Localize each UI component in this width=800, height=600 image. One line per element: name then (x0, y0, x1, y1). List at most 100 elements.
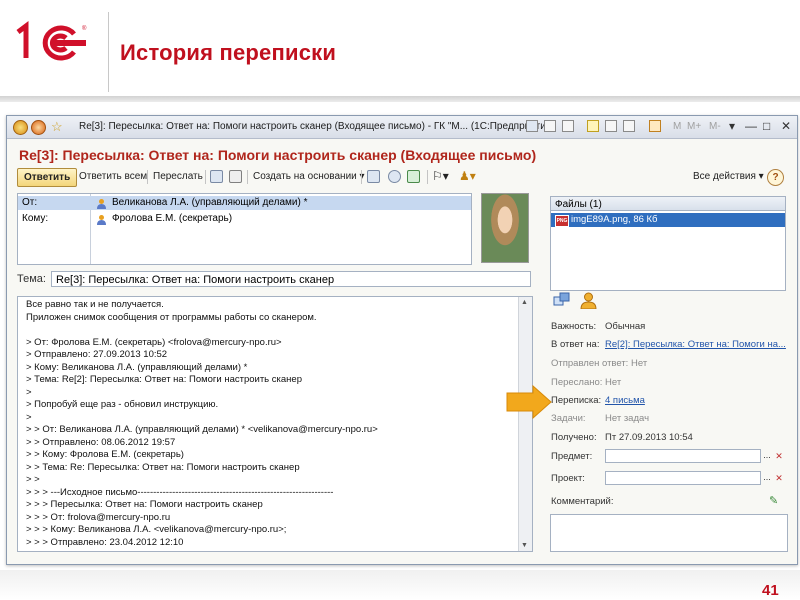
body-line: > От: Фролова Е.М. (секретарь) <frolova@… (26, 336, 282, 348)
body-line: > (26, 411, 32, 423)
scroll-up-icon[interactable]: ▲ (521, 299, 528, 306)
update-icon[interactable] (407, 170, 420, 183)
body-line: > Отправлено: 27.09.2013 10:52 (26, 349, 168, 360)
contact-icon[interactable] (580, 292, 597, 309)
window-title: Re[3]: Пересылка: Ответ на: Помоги настр… (79, 121, 555, 132)
all-actions-menu[interactable]: Все действия ▾ (693, 171, 764, 182)
user-icon (97, 199, 106, 209)
pointer-arrow-icon (506, 384, 552, 420)
body-line: > > (26, 474, 40, 485)
body-line: > > > Пересылка: Ответ на: Помоги настро… (26, 499, 263, 510)
memory-m-button[interactable]: M (673, 121, 681, 132)
in-reply-to-label: В ответ на: (551, 339, 600, 350)
window-titlebar: ☆ Re[3]: Пересылка: Ответ на: Помоги нас… (7, 116, 797, 139)
create-based-on-label: Создать на основании (253, 171, 357, 182)
memory-mminus-button[interactable]: M- (709, 121, 721, 132)
save-icon[interactable] (210, 170, 223, 183)
body-line: > > > От: frolova@mercury-npo.ru (26, 511, 171, 523)
correspondence-link[interactable]: 4 письма (605, 395, 645, 406)
reply-button[interactable]: Ответить (17, 168, 78, 187)
body-line: > Попробуй еще раз - обновил инструкцию. (26, 399, 219, 410)
structure-icon[interactable] (553, 292, 570, 309)
history-icon[interactable] (605, 120, 617, 132)
body-scrollbar[interactable]: ▲ ▼ (518, 297, 532, 551)
body-line: Приложен снимок сообщения от программы р… (26, 311, 317, 323)
calculator-icon[interactable] (649, 120, 661, 132)
window-menu-icon[interactable] (31, 120, 46, 135)
reply-sent-value: Нет (631, 358, 648, 369)
print-preview-icon[interactable] (562, 120, 574, 132)
subject-label: Тема: (17, 273, 46, 285)
subject-item-label: Предмет: (551, 451, 593, 462)
subject-item-select-button[interactable]: ... (761, 449, 773, 463)
body-line: > > От: Великанова Л.А. (управляющий дел… (26, 424, 378, 435)
add-favorite-icon[interactable] (587, 120, 599, 132)
importance-value: Обычная (605, 321, 646, 332)
memory-mplus-button[interactable]: M+ (687, 121, 701, 132)
svg-text:®: ® (82, 25, 87, 32)
subject-item-input[interactable] (605, 449, 761, 463)
message-text: Все равно так и не получается. Приложен с… (26, 299, 378, 549)
copy-icon[interactable] (623, 120, 635, 132)
toolbar-separator (247, 170, 248, 184)
favorite-star-icon[interactable]: ☆ (51, 120, 64, 133)
forward-button[interactable]: Переслать (153, 171, 203, 182)
add-user-icon[interactable]: ♟▾ (459, 169, 476, 183)
forwarded-value: Нет (605, 377, 622, 388)
print-icon[interactable] (229, 170, 242, 183)
received-label: Получено: (551, 432, 597, 443)
to-label: Кому: (22, 213, 49, 224)
close-button[interactable]: ✕ (781, 119, 791, 133)
user-icon (97, 215, 106, 225)
print-icon[interactable] (544, 120, 556, 132)
from-value: Великанова Л.А. (управляющий делами) * (112, 197, 308, 208)
pencil-icon[interactable]: ✎ (769, 494, 778, 507)
from-row[interactable]: От: Великанова Л.А. (управляющий делами)… (18, 196, 471, 210)
subject-field[interactable]: Re[3]: Пересылка: Ответ на: Помоги настр… (51, 271, 531, 287)
project-input[interactable] (605, 471, 761, 485)
reply-all-button[interactable]: Ответить всем (79, 171, 147, 182)
scroll-down-icon[interactable]: ▼ (521, 542, 528, 549)
save-icon[interactable] (526, 120, 538, 132)
comment-field[interactable] (550, 514, 788, 552)
in-reply-to-link[interactable]: Re[2]: Пересылка: Ответ на: Помоги на... (605, 339, 786, 350)
window-menu-chevron-icon[interactable]: ▾ (729, 119, 735, 133)
structure-icon[interactable] (367, 170, 380, 183)
clock-icon[interactable] (388, 170, 401, 183)
files-header: Файлы (1) (550, 196, 786, 211)
body-line: Все равно так и не получается. (26, 299, 164, 310)
command-bar: Ответить Ответить всем Переслать Создать… (7, 166, 797, 188)
app-icon[interactable] (13, 120, 28, 135)
message-body[interactable]: Все равно так и не получается. Приложен с… (17, 296, 533, 552)
from-label: От: (22, 197, 38, 208)
project-select-button[interactable]: ... (761, 471, 773, 485)
create-based-on-button[interactable]: Создать на основании ▾ (253, 171, 365, 182)
minimize-button[interactable]: — (745, 119, 757, 133)
page-number: 41 (762, 582, 779, 599)
importance-label: Важность: (551, 321, 597, 332)
project-clear-icon[interactable]: ✕ (773, 471, 785, 485)
body-line: > > Отправлено: 08.06.2012 19:57 (26, 436, 176, 448)
toolbar-separator (361, 170, 362, 184)
body-line: > > Кому: Фролова Е.М. (секретарь) (26, 449, 184, 460)
slide-title: История переписки (120, 40, 337, 65)
body-line: > Кому: Великанова Л.А. (управляющий дел… (26, 361, 248, 373)
subject-item-clear-icon[interactable]: ✕ (773, 449, 785, 463)
to-value: Фролова Е.М. (секретарь) (112, 213, 233, 224)
flag-icon[interactable]: ⚐▾ (432, 169, 449, 183)
forwarded-label: Переслано: (551, 377, 603, 388)
received-value: Пт 27.09.2013 10:54 (605, 432, 693, 443)
email-window: ☆ Re[3]: Пересылка: Ответ на: Помоги нас… (6, 115, 798, 565)
document-heading: Re[3]: Пересылка: Ответ на: Помоги настр… (19, 147, 537, 163)
header-rule (0, 96, 800, 102)
footer-band (0, 570, 800, 600)
file-item[interactable]: PNG imgE89A.png, 86 Кб (551, 213, 785, 227)
maximize-button[interactable]: □ (763, 119, 770, 133)
body-line: > > > Кому: Великанова Л.А. <velikanova@… (26, 524, 287, 535)
body-line (26, 324, 378, 337)
body-line: > (26, 386, 32, 398)
toolbar-separator (205, 170, 206, 184)
reply-sent-label: Отправлен ответ: (551, 358, 629, 369)
to-row[interactable]: Кому: Фролова Е.М. (секретарь) (18, 212, 471, 226)
help-icon[interactable]: ? (767, 169, 784, 186)
